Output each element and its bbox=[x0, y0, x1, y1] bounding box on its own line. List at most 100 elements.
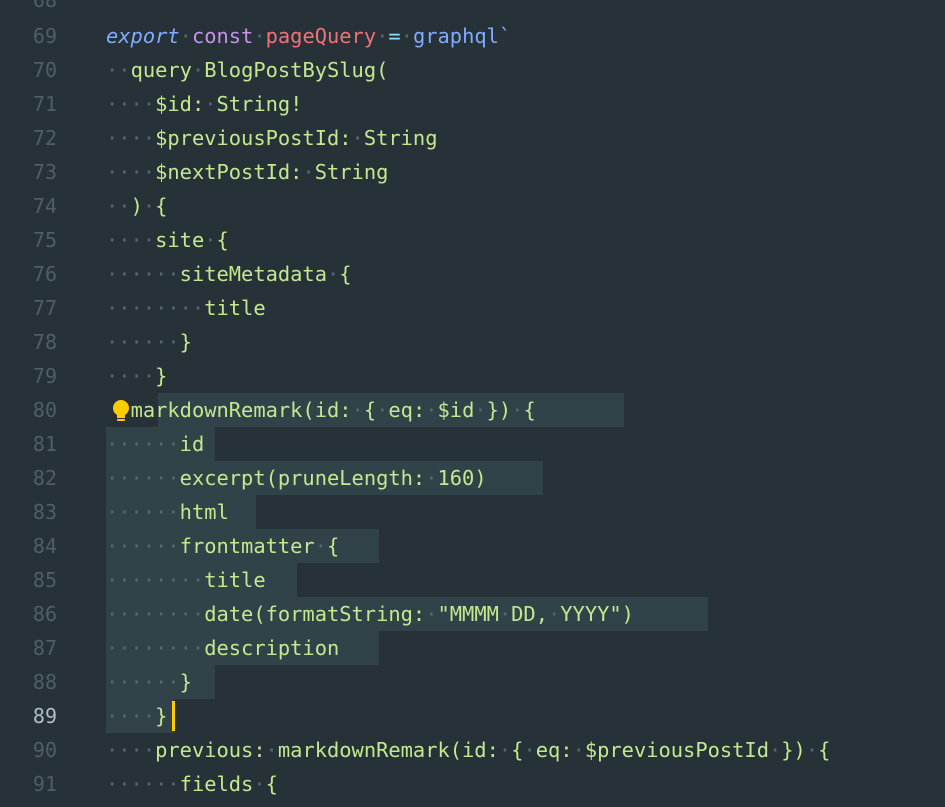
code-content: date(formatString:·"MMMM·DD,·YYYY") bbox=[204, 602, 634, 626]
line-number: 87 bbox=[32, 636, 57, 660]
code-text: ····} bbox=[106, 364, 168, 388]
code-line[interactable]: 74 ··)·{ bbox=[0, 189, 945, 223]
code-line[interactable]: 77 ········title bbox=[0, 291, 945, 325]
line-number: 88 bbox=[32, 670, 57, 694]
code-line[interactable]: 87 ········description bbox=[0, 631, 945, 665]
code-content: markdownRemark(id:·{·eq:·$id·})·{ bbox=[130, 398, 536, 422]
code-text: markdownRemark(id:·{·eq:·$id·})·{ bbox=[106, 393, 536, 427]
code-content: id bbox=[179, 432, 205, 456]
code-text: ······siteMetadata·{ bbox=[106, 262, 352, 286]
code-text: ········date(formatString:·"MMMM·DD,·YYY… bbox=[106, 602, 634, 626]
line-number: 82 bbox=[32, 466, 57, 490]
line-number: 68 bbox=[32, 0, 57, 12]
code-text: ······} bbox=[106, 670, 192, 694]
token-export: export bbox=[106, 24, 180, 48]
code-text: ········title bbox=[106, 568, 266, 592]
code-line-current[interactable]: 89 ····} bbox=[0, 699, 945, 733]
code-content: $nextPostId:·String bbox=[155, 160, 389, 184]
code-text: ······excerpt(pruneLength:·160) bbox=[106, 466, 487, 490]
code-line[interactable]: 91 ······fields·{ bbox=[0, 767, 945, 801]
code-line[interactable]: 75 ····site·{ bbox=[0, 223, 945, 257]
line-number: 80 bbox=[32, 398, 57, 422]
code-content: fields·{ bbox=[179, 772, 278, 796]
code-content: $id:·String! bbox=[155, 92, 303, 116]
code-line[interactable]: 86 ········date(formatString:·"MMMM·DD,·… bbox=[0, 597, 945, 631]
code-line: 68 bbox=[0, 0, 945, 17]
line-number: 91 bbox=[32, 772, 57, 796]
code-line[interactable]: 71 ····$id:·String! bbox=[0, 87, 945, 121]
line-number: 81 bbox=[32, 432, 57, 456]
code-content: )·{ bbox=[130, 194, 168, 218]
code-text: ····$id:·String! bbox=[106, 92, 303, 116]
code-content: query·BlogPostBySlug( bbox=[130, 58, 389, 82]
code-line[interactable]: 83 ······html bbox=[0, 495, 945, 529]
code-text: ····previous:·markdownRemark(id:·{·eq:·$… bbox=[106, 738, 831, 762]
code-line[interactable]: 79 ····} bbox=[0, 359, 945, 393]
code-line[interactable]: 84 ······frontmatter·{ bbox=[0, 529, 945, 563]
code-text: ······fields·{ bbox=[106, 772, 278, 796]
code-line[interactable]: 72 ····$previousPostId:·String bbox=[0, 121, 945, 155]
code-content: excerpt(pruneLength:·160) bbox=[179, 466, 487, 490]
code-content: } bbox=[155, 704, 168, 728]
code-text: ······html bbox=[106, 500, 229, 524]
line-number: 72 bbox=[32, 126, 57, 150]
code-content: html bbox=[179, 500, 229, 524]
code-editor[interactable]: 68 69 export·const·pageQuery·=·graphql` … bbox=[0, 0, 945, 807]
code-line[interactable]: 81 ······id bbox=[0, 427, 945, 461]
code-line[interactable]: 82 ······excerpt(pruneLength:·160) bbox=[0, 461, 945, 495]
code-line[interactable]: 76 ······siteMetadata·{ bbox=[0, 257, 945, 291]
line-number: 73 bbox=[32, 160, 57, 184]
token-page-query: pageQuery bbox=[265, 24, 377, 48]
line-number: 83 bbox=[32, 500, 57, 524]
code-content: } bbox=[155, 364, 168, 388]
line-number: 85 bbox=[32, 568, 57, 592]
code-text: export·const·pageQuery·=·graphql` bbox=[106, 24, 512, 48]
line-number: 78 bbox=[32, 330, 57, 354]
code-content: $previousPostId:·String bbox=[155, 126, 438, 150]
token-const: const bbox=[191, 24, 254, 48]
code-line[interactable]: 69 export·const·pageQuery·=·graphql` bbox=[0, 19, 945, 53]
code-line[interactable]: 78 ······} bbox=[0, 325, 945, 359]
code-content: title bbox=[204, 568, 266, 592]
line-number: 86 bbox=[32, 602, 57, 626]
line-number: 75 bbox=[32, 228, 57, 252]
line-number: 77 bbox=[32, 296, 57, 320]
code-text: ··query·BlogPostBySlug( bbox=[106, 58, 389, 82]
line-number: 84 bbox=[32, 534, 57, 558]
code-line[interactable]: 90 ····previous:·markdownRemark(id:·{·eq… bbox=[0, 733, 945, 767]
code-line[interactable]: 80 markdownRemark(id:·{·eq:·$id·})·{ bbox=[0, 393, 945, 427]
code-text: ······id bbox=[106, 432, 205, 456]
code-content: } bbox=[179, 330, 192, 354]
code-content: description bbox=[204, 636, 340, 660]
line-number: 69 bbox=[32, 24, 57, 48]
code-content: previous:·markdownRemark(id:·{·eq:·$prev… bbox=[155, 738, 831, 762]
code-text: ····} bbox=[106, 704, 168, 728]
line-number: 90 bbox=[32, 738, 57, 762]
code-text: ········title bbox=[106, 296, 266, 320]
code-line[interactable]: 85 ········title bbox=[0, 563, 945, 597]
code-text: ··)·{ bbox=[106, 194, 168, 218]
code-line[interactable]: 73 ····$nextPostId:·String bbox=[0, 155, 945, 189]
code-content: site·{ bbox=[155, 228, 229, 252]
token-equals: = bbox=[388, 24, 401, 48]
line-number: 70 bbox=[32, 58, 57, 82]
code-text: ····$nextPostId:·String bbox=[106, 160, 389, 184]
code-text: ······frontmatter·{ bbox=[106, 534, 340, 558]
code-text: ····$previousPostId:·String bbox=[106, 126, 438, 150]
code-line[interactable]: 70 ··query·BlogPostBySlug( bbox=[0, 53, 945, 87]
code-content: title bbox=[204, 296, 266, 320]
line-number: 74 bbox=[32, 194, 57, 218]
line-number: 71 bbox=[32, 92, 57, 116]
code-text: ······} bbox=[106, 330, 192, 354]
code-content: frontmatter·{ bbox=[179, 534, 340, 558]
code-text: ········description bbox=[106, 636, 340, 660]
text-cursor bbox=[172, 701, 175, 731]
code-text: ····site·{ bbox=[106, 228, 229, 252]
line-number-current: 89 bbox=[32, 704, 57, 728]
code-line[interactable]: 88 ······} bbox=[0, 665, 945, 699]
line-number: 79 bbox=[32, 364, 57, 388]
code-content: siteMetadata·{ bbox=[179, 262, 352, 286]
code-content: } bbox=[179, 670, 192, 694]
line-number: 76 bbox=[32, 262, 57, 286]
token-graphql: graphql` bbox=[412, 24, 512, 48]
